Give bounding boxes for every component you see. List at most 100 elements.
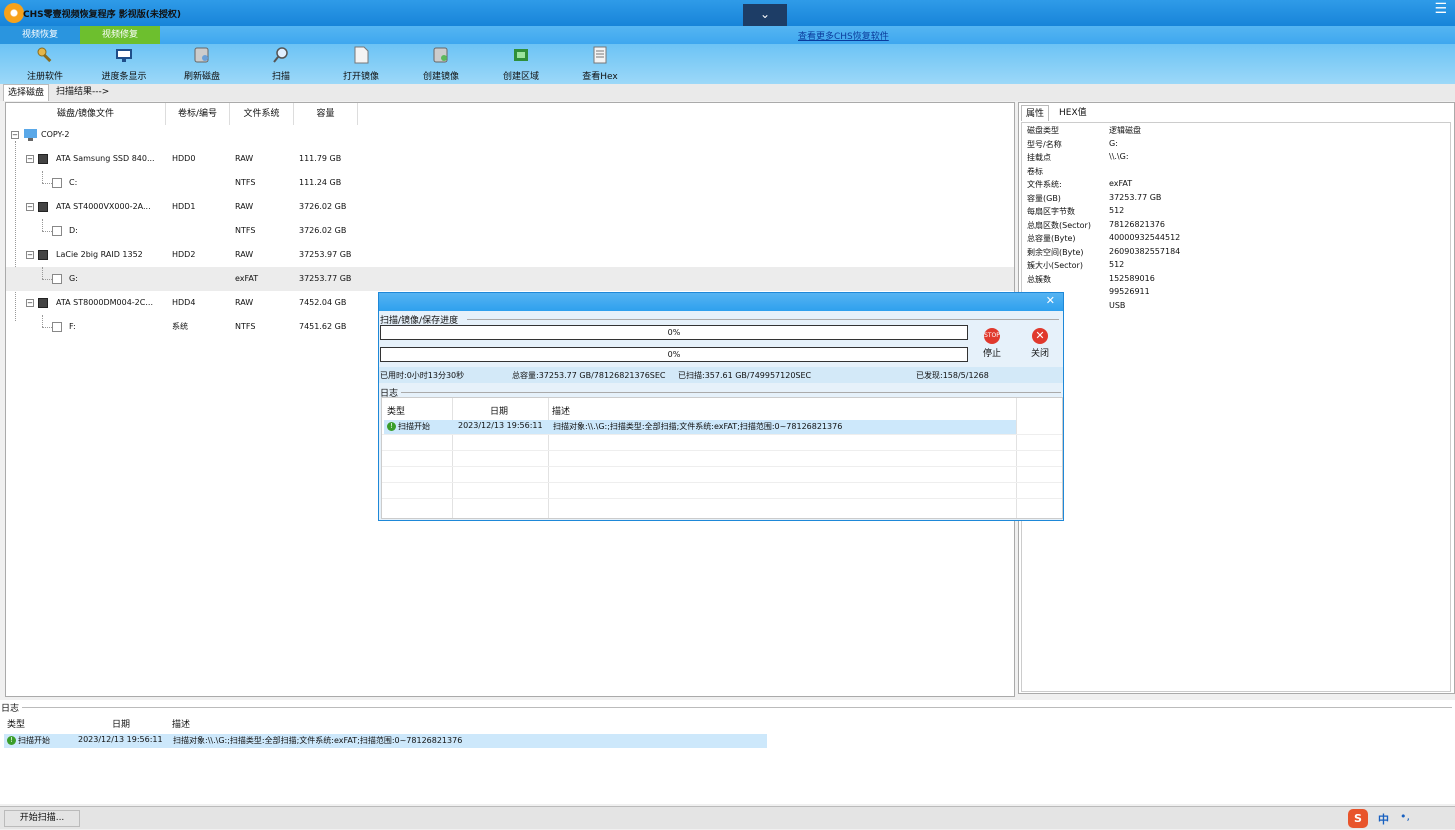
chevron-down-icon[interactable]: ⌄	[743, 4, 787, 26]
disk-row[interactable]: − ATA ST4000VX000-2A... HDD1 RAW 3726.02 GB	[6, 195, 1014, 219]
progress-display-button[interactable]: 进度条显示	[89, 46, 159, 82]
tab-scan-results[interactable]: 扫描结果--->	[52, 84, 113, 101]
grid-line	[548, 398, 549, 518]
tab-select-disk[interactable]: 选择磁盘	[3, 84, 50, 101]
grid-line	[382, 450, 1062, 451]
col-header-disk[interactable]: 磁盘/镜像文件	[6, 103, 166, 125]
property-key: 型号/名称	[1027, 139, 1062, 149]
ime-toolbar[interactable]: S 中 •,	[1346, 807, 1455, 830]
property-row: 剩余空间(Byte) 26090382557184	[1021, 246, 1421, 260]
stop-button[interactable]: STOP 停止	[977, 328, 1007, 359]
key-icon	[37, 47, 52, 63]
create-region-label: 创建区域	[502, 72, 539, 82]
partition-checkbox[interactable]	[52, 322, 62, 332]
filesystem: RAW	[235, 250, 254, 259]
window-title: CHS零壹视频恢复程序 影视版(未授权)	[23, 10, 181, 20]
tree-root-row[interactable]: − COPY-2	[6, 123, 1014, 147]
grid-line	[382, 498, 1062, 499]
partition-checkbox[interactable]	[52, 226, 62, 236]
ime-punctuation[interactable]: •,	[1400, 810, 1410, 823]
progress-bar-1: 0%	[380, 325, 968, 340]
magnifier-icon	[273, 47, 288, 63]
disk-name: ATA ST4000VX000-2A...	[56, 202, 151, 211]
scan-stats: 已用时:0小时13分30秒 总容量:37253.77 GB/7812682137…	[379, 367, 1063, 383]
collapse-icon[interactable]: −	[26, 251, 34, 259]
view-hex-button[interactable]: 查看Hex	[565, 46, 635, 82]
partition-checkbox[interactable]	[52, 178, 62, 188]
ime-mode-chinese[interactable]: 中	[1378, 811, 1389, 827]
property-row: 磁盘类型 逻辑磁盘	[1021, 124, 1421, 138]
capacity: 111.79 GB	[299, 154, 342, 163]
status-text: 开始扫描...	[4, 810, 80, 827]
property-row: 文件系统: exFAT	[1021, 178, 1421, 192]
scan-label: 扫描	[271, 72, 290, 82]
tree-line	[42, 279, 52, 280]
scan-button[interactable]: 扫描	[246, 46, 316, 82]
filesystem: NTFS	[235, 322, 256, 331]
collapse-icon[interactable]: −	[26, 155, 34, 163]
tree-line	[42, 315, 43, 327]
stop-icon: STOP	[984, 328, 1000, 344]
log-header-type[interactable]: 类型	[7, 717, 25, 730]
sogou-ime-icon[interactable]: S	[1348, 809, 1368, 828]
hex-icon	[593, 46, 607, 64]
property-row: 总容量(Byte) 40000932544512	[1021, 232, 1421, 246]
volume-id: HDD0	[172, 154, 196, 163]
bottom-log-panel: 日志 类型 日期 描述 ! 扫描开始 2023/12/13 19:56:11 扫描…	[0, 700, 1455, 804]
log-header-desc[interactable]: 描述	[172, 717, 190, 730]
disk-row[interactable]: − ATA Samsung SSD 840... HDD0 RAW 111.79 GB	[6, 147, 1014, 171]
progress-value-1: 0%	[667, 328, 681, 337]
filesystem: RAW	[235, 298, 254, 307]
tab-hex[interactable]: HEX值	[1055, 105, 1091, 121]
dialog-log-row[interactable]: ! 扫描开始 2023/12/13 19:56:11 扫描对象:\\.\G:;扫描…	[384, 420, 1016, 434]
collapse-icon[interactable]: −	[11, 131, 19, 139]
filesystem: RAW	[235, 202, 254, 211]
tab-properties[interactable]: 属性	[1021, 105, 1050, 121]
close-button[interactable]: ✕ 关闭	[1025, 328, 1055, 359]
dialog-log-table: 类型 日期 描述 ! 扫描开始 2023/12/13 19:56:11 扫描对象:…	[381, 397, 1063, 519]
capacity: 7452.04 GB	[299, 298, 347, 307]
col-header-volume[interactable]: 卷标/编号	[166, 103, 230, 125]
partition-checkbox[interactable]	[52, 274, 62, 284]
partition-row[interactable]: G: exFAT 37253.77 GB	[6, 267, 1014, 291]
tree-line	[42, 267, 43, 279]
partition-row[interactable]: C: NTFS 111.24 GB	[6, 171, 1014, 195]
disk-icon	[38, 250, 48, 260]
log-type-text: 扫描开始	[18, 736, 50, 745]
property-key: 挂载点	[1027, 153, 1051, 162]
total-capacity: 总容量:37253.77 GB/78126821376SEC	[512, 371, 666, 380]
menu-icon[interactable]: ☰	[1434, 1, 1447, 17]
log-header-date[interactable]: 日期	[112, 717, 130, 730]
tab-video-repair[interactable]: 视频修复	[80, 26, 160, 44]
property-value: 512	[1109, 206, 1125, 215]
tree-line	[42, 219, 43, 231]
col-header-filesystem[interactable]: 文件系统	[230, 103, 294, 125]
create-region-button[interactable]: 创建区域	[486, 46, 556, 82]
log-type-cell: ! 扫描开始	[7, 735, 50, 746]
partition-row[interactable]: D: NTFS 3726.02 GB	[6, 219, 1014, 243]
disk-row[interactable]: − LaCie 2big RAID 1352 HDD2 RAW 37253.97 GB	[6, 243, 1014, 267]
properties-panel: 属性 HEX值 磁盘类型 逻辑磁盘 型号/名称 G: 挂载点 \\.\G: 卷标 文件系统: e…	[1018, 102, 1455, 694]
log-row[interactable]: ! 扫描开始 2023/12/13 19:56:11 扫描对象:\\.\G:;扫描…	[4, 734, 767, 748]
disk-icon	[38, 202, 48, 212]
register-button[interactable]: 注册软件	[10, 46, 80, 82]
open-image-icon	[354, 46, 369, 64]
elapsed-time: 已用时:0小时13分30秒	[380, 371, 465, 380]
close-icon[interactable]: ✕	[1046, 294, 1055, 307]
refresh-disk-button[interactable]: 刷新磁盘	[167, 46, 237, 82]
dialog-log-header-desc[interactable]: 描述	[552, 404, 570, 417]
collapse-icon[interactable]: −	[26, 203, 34, 211]
dialog-log-header-type[interactable]: 类型	[387, 404, 405, 417]
open-image-button[interactable]: 打开镜像	[326, 46, 396, 82]
property-row: 卷标	[1021, 165, 1421, 179]
dialog-log-header-date[interactable]: 日期	[490, 404, 508, 417]
main-tab-row: 视频恢复 视频修复 查看更多CHS恢复软件	[0, 26, 1455, 44]
monitor-icon	[116, 49, 132, 62]
more-software-link[interactable]: 查看更多CHS恢复软件	[798, 29, 889, 42]
property-value: 逻辑磁盘	[1109, 126, 1141, 135]
create-image-button[interactable]: 创建镜像	[406, 46, 476, 82]
tab-video-recovery[interactable]: 视频恢复	[0, 26, 80, 44]
collapse-icon[interactable]: −	[26, 299, 34, 307]
col-header-capacity[interactable]: 容量	[294, 103, 358, 125]
tree-line	[42, 171, 43, 183]
